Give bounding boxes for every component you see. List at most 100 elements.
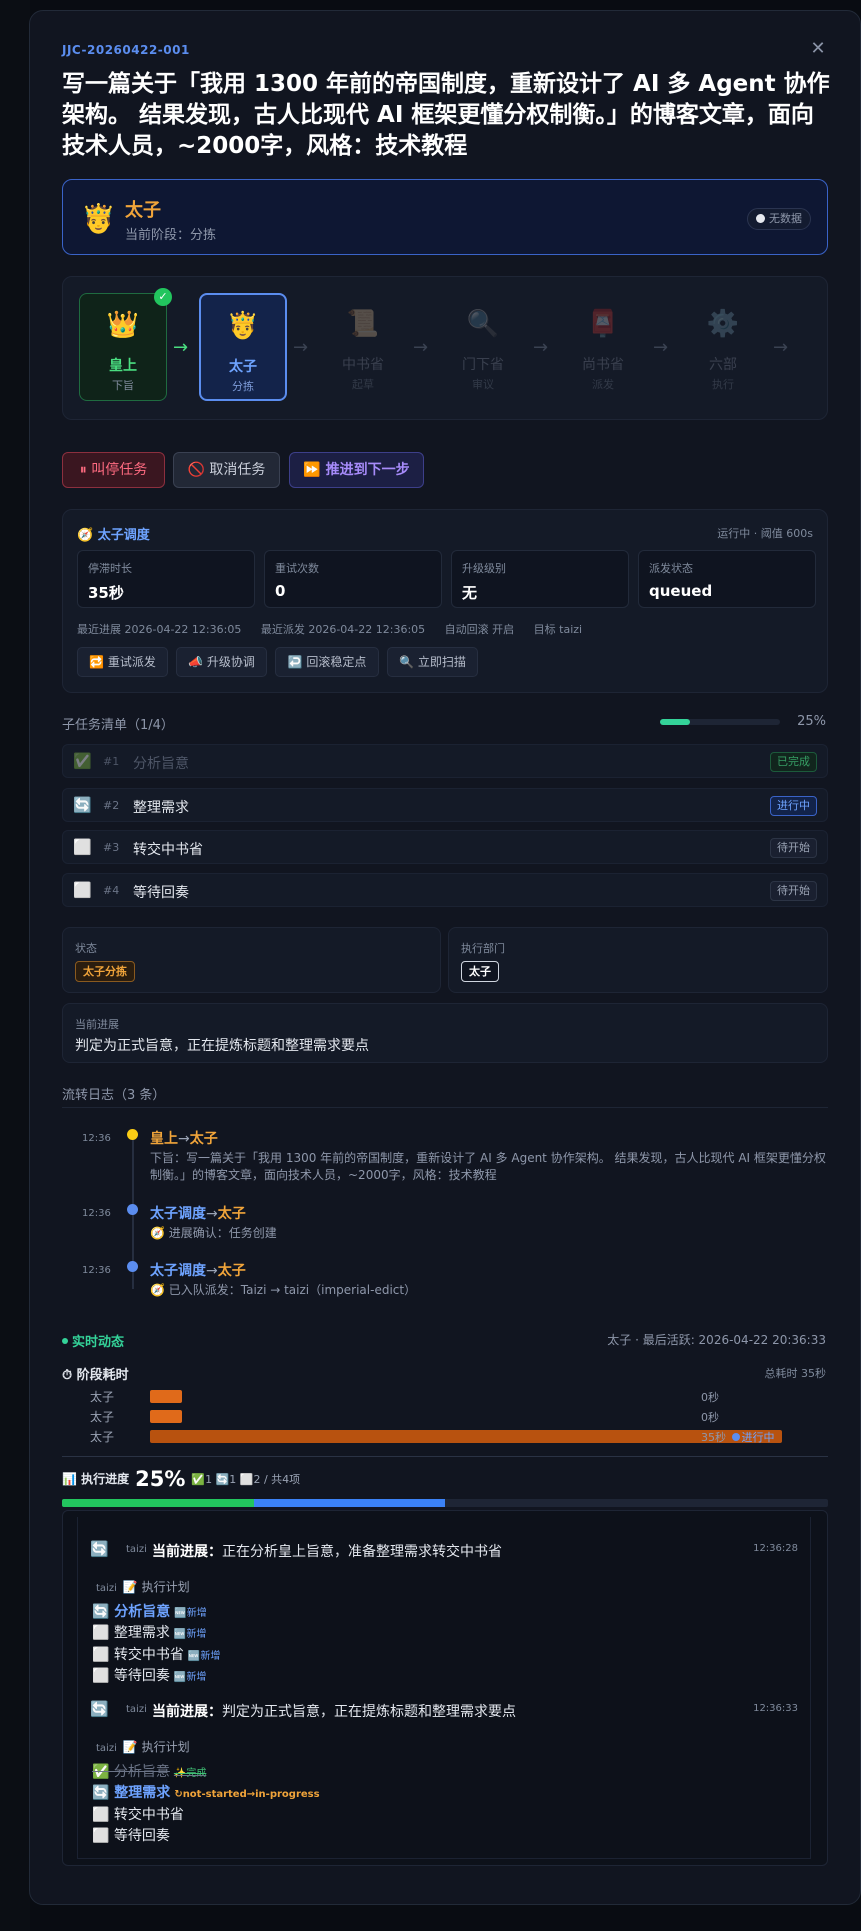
- rollback-button[interactable]: ↩️ 回滚稳定点: [275, 647, 379, 677]
- plan-item: ⬜ 转交中书省: [92, 1804, 184, 1824]
- arrow-icon: →: [533, 337, 549, 358]
- metric-value: 35秒: [88, 584, 124, 602]
- log-to: 太子: [217, 1206, 246, 1222]
- memo-icon: 📝: [122, 1580, 138, 1594]
- running-indicator: 进行中: [730, 1431, 775, 1444]
- plan-header: taizi 📝 执行计划: [96, 1578, 190, 1595]
- event-label: 当前进展：: [152, 1704, 222, 1720]
- empty-box-icon: ⬜: [73, 881, 92, 899]
- event-message: 判定为正式旨意，正在提炼标题和整理需求要点: [222, 1704, 516, 1720]
- stage-name: 六部: [709, 357, 737, 373]
- cancel-task-button[interactable]: 🚫 取消任务: [173, 452, 280, 488]
- dispatch-meta: 最近进展 2026-04-22 12:36:05 最近派发 2026-04-22…: [77, 621, 598, 637]
- event-time: 12:36:28: [753, 1543, 798, 1554]
- task-id: JJC-20260422-001: [62, 43, 190, 57]
- stage-six-ministries[interactable]: ⚙️ 六部 执行: [679, 293, 767, 401]
- subtask-item[interactable]: ⬜ #4 等待回奏 待开始: [62, 873, 828, 907]
- stage-report[interactable]: ✅ 回 回奏: [799, 293, 828, 401]
- stage-emperor[interactable]: 👑 皇上 下旨 ✓: [79, 288, 172, 401]
- new-tag: 🆕新增: [173, 1629, 207, 1640]
- live-meta: 太子 · 最后活跃: 2026-04-22 20:36:33: [607, 1333, 826, 1347]
- execution-progress-bar: [62, 1499, 828, 1507]
- log-to: 太子: [217, 1263, 246, 1279]
- current-stage-label: 当前阶段：分拣: [125, 228, 217, 243]
- activity-stream[interactable]: 🔄 taizi 当前进展：正在分析皇上旨意，准备整理需求转交中书省 12:36:…: [62, 1510, 828, 1866]
- arrow-icon: →: [178, 1131, 190, 1147]
- status-dot-icon: [756, 214, 765, 223]
- metric-retry-count: 重试次数 0: [264, 550, 442, 608]
- phase-duration-header: ⏱ 阶段耗时: [62, 1368, 129, 1383]
- log-from: 太子调度: [150, 1206, 206, 1222]
- scan-now-button[interactable]: 🔍 立即扫描: [387, 647, 478, 677]
- department-tag: 太子: [461, 961, 499, 982]
- subtasks-progress-bar: [660, 719, 780, 725]
- execution-counts: ✅1 🔄1 ⬜2 / 共4项: [191, 1473, 301, 1486]
- subtask-number: #2: [103, 799, 120, 812]
- stage-action: 派发: [592, 378, 614, 391]
- execution-percent: 25%: [135, 1467, 186, 1491]
- arrow-icon: →: [206, 1263, 218, 1279]
- subtasks-progress-fill: [660, 719, 690, 725]
- total-duration: 总耗时 35秒: [764, 1367, 827, 1380]
- phase-row: 太子 0秒: [62, 1407, 828, 1425]
- stage-name: 门下省: [462, 357, 504, 373]
- divider: [62, 1456, 828, 1457]
- close-button[interactable]: ✕: [806, 37, 830, 61]
- arrow-icon: →: [413, 337, 429, 358]
- subtask-item[interactable]: ⬜ #3 转交中书省 待开始: [62, 830, 828, 864]
- subtask-item[interactable]: 🔄 #2 整理需求 进行中: [62, 788, 828, 822]
- memo-icon: 📝: [122, 1740, 138, 1754]
- stage-zhongshu[interactable]: 📜 中书省 起草: [319, 293, 407, 401]
- stage-shangshu[interactable]: 📮 尚书省 派发: [559, 293, 647, 401]
- task-title: 写一篇关于「我用 1300 年前的帝国制度，重新设计了 AI 多 Agent 协…: [62, 71, 830, 159]
- log-time: 12:36: [82, 1133, 111, 1144]
- event-text: 当前进展：正在分析皇上旨意，准备整理需求转交中书省: [152, 1541, 502, 1561]
- live-dot-icon: [62, 1338, 68, 1344]
- stage-name: 回: [799, 354, 827, 374]
- dispatch-panel: 🧭 太子调度 运行中 · 阈值 600s 停滞时长 35秒 重试次数 0 升级级…: [62, 509, 828, 693]
- status-badge: 已完成: [770, 752, 817, 772]
- plan-agent: taizi: [96, 1743, 117, 1754]
- plan-title: 执行计划: [141, 1740, 190, 1754]
- current-agent-card: 🤴 太子 当前阶段：分拣 无数据: [62, 179, 828, 255]
- gear-icon: ⚙️: [706, 309, 740, 339]
- stage-prince[interactable]: 🤴 太子 分拣: [199, 293, 287, 401]
- arrow-icon: →: [653, 337, 669, 358]
- stage-action: 下旨: [112, 379, 134, 392]
- metric-escalation-level: 升级级别 无: [451, 550, 629, 608]
- metric-stall-duration: 停滞时长 35秒: [77, 550, 255, 608]
- prince-icon: 🤴: [226, 311, 260, 341]
- plan-item: ⬜ 等待回奏 🆕新增: [92, 1665, 206, 1685]
- stage-name: 尚书省: [582, 357, 624, 373]
- plan-item-text: ⬜ 等待回奏: [92, 1828, 170, 1844]
- running-label: 进行中: [741, 1431, 775, 1444]
- log-entry-title: 太子调度→太子: [150, 1203, 246, 1223]
- progress-done-segment: [62, 1499, 254, 1507]
- plan-item: ✅ 分析旨意 ✨完成: [92, 1761, 206, 1781]
- phase-time: 35秒 进行中: [701, 1429, 775, 1445]
- plan-agent: taizi: [96, 1583, 117, 1594]
- retry-dispatch-button[interactable]: 🔁 重试派发: [77, 647, 168, 677]
- refresh-icon: 🔄: [90, 1540, 109, 1558]
- phase-row: 太子 0秒: [62, 1387, 828, 1405]
- pause-task-button[interactable]: ⏸ 叫停任务: [62, 452, 165, 488]
- phase-time: 0秒: [701, 1409, 719, 1425]
- plan-item: ⬜ 等待回奏: [92, 1825, 170, 1845]
- activity-stream-content: 🔄 taizi 当前进展：正在分析皇上旨意，准备整理需求转交中书省 12:36:…: [77, 1517, 811, 1859]
- state-label: 状态: [75, 942, 97, 955]
- subtask-item[interactable]: ✅ #1 分析旨意 已完成: [62, 744, 828, 778]
- phase-bar: [150, 1410, 182, 1423]
- new-tag: 🆕新增: [174, 1608, 207, 1619]
- auto-rollback-status: 自动回滚 开启: [444, 623, 515, 636]
- escalate-button[interactable]: 📣 升级协调: [176, 647, 267, 677]
- plan-item: 🔄 整理需求 ↻not-started→in-progress: [92, 1782, 320, 1802]
- dispatch-status: 运行中 · 阈值 600s: [717, 527, 813, 540]
- current-agent-name: 太子: [125, 200, 161, 221]
- arrow-icon: →: [173, 337, 189, 358]
- stage-menxia[interactable]: 🔍 门下省 审议: [439, 293, 527, 401]
- advance-step-button[interactable]: ⏩ 推进到下一步: [289, 452, 424, 488]
- live-label: 实时动态: [72, 1335, 125, 1350]
- current-progress-text: 判定为正式旨意，正在提炼标题和整理需求要点: [75, 1038, 369, 1054]
- subtask-text: 分析旨意: [133, 756, 189, 772]
- last-progress-time: 最近进展 2026-04-22 12:36:05: [77, 623, 242, 636]
